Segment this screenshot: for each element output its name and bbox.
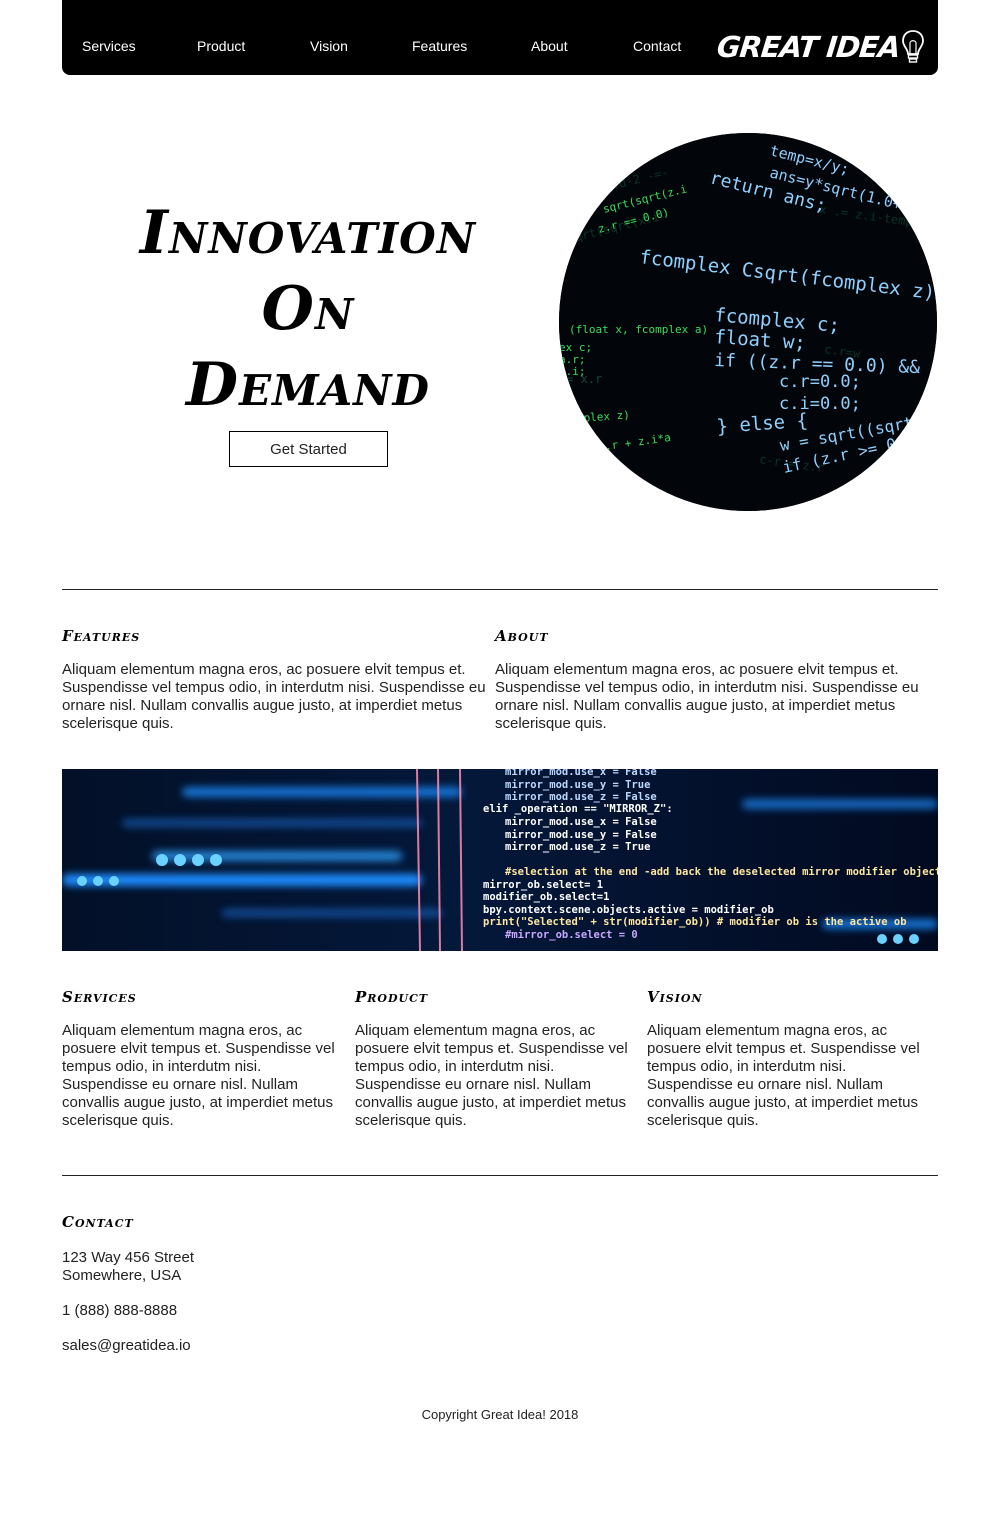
nav-product-link[interactable]: Product [197, 38, 245, 54]
nav-services-link[interactable]: Services [82, 38, 136, 54]
vision-text: Aliquam elementum magna eros, ac posuere… [647, 1022, 920, 1129]
contact-address-line-2: Somewhere, USA [62, 1267, 182, 1284]
contact-email-link[interactable]: sales@greatidea.io [62, 1337, 191, 1355]
banner-code-line: mirror_mod.use_x = False [505, 769, 657, 778]
hero-code-line: c.r=0.0; [779, 372, 861, 392]
services-heading: Services [62, 988, 137, 1006]
code-banner-image: mirror_mod.use_x = False mirror_mod.use_… [62, 769, 938, 951]
features-text: Aliquam elementum magna eros, ac posuere… [62, 661, 486, 732]
services-text: Aliquam elementum magna eros, ac posuere… [62, 1022, 335, 1129]
banner-code-line: #mirror_ob.select = 0 [505, 929, 638, 941]
hero-title-line-3: Demand [186, 350, 430, 420]
about-heading: About [495, 627, 549, 645]
nav-features-link[interactable]: Features [412, 38, 467, 54]
product-text: Aliquam elementum magna eros, ac posuere… [355, 1022, 628, 1129]
nav-contact-link[interactable]: Contact [633, 38, 681, 54]
get-started-button[interactable]: Get Started [229, 431, 388, 467]
banner-code-line: modifier_ob.select=1 [483, 891, 609, 903]
svg-text:(float x, fcomplex a): (float x, fcomplex a) [569, 323, 708, 336]
banner-code-line: mirror_mod.use_x = False [505, 816, 657, 828]
section-divider [62, 589, 938, 590]
banner-code-line: mirror_mod.use_z = False [505, 791, 657, 803]
banner-code-line: bpy.context.scene.objects.active = modif… [483, 904, 774, 916]
banner-code-line: elif _operation == "MIRROR_Z": [483, 803, 673, 815]
nav-about-link[interactable]: About [531, 38, 568, 54]
svg-text:a.i;: a.i; [559, 365, 586, 378]
vision-heading: Vision [647, 988, 703, 1006]
hero-title-line-2: On [261, 274, 355, 344]
contact-address-line-1: 123 Way 456 Street [62, 1249, 195, 1266]
hero-title: Innovation On Demand [90, 195, 526, 423]
section-divider [62, 1175, 938, 1176]
logo-text: GREAT IDEA [715, 30, 902, 64]
banner-code-graphic: mirror_mod.use_x = False mirror_mod.use_… [62, 769, 938, 951]
lightbulb-icon [902, 30, 924, 63]
site-logo[interactable]: GREAT IDEA [715, 26, 924, 68]
contact-heading: Contact [62, 1213, 134, 1231]
about-text: Aliquam elementum magna eros, ac posuere… [495, 661, 919, 732]
banner-code-line: mirror_mod.use_z = True [505, 841, 650, 853]
banner-code-line: #selection at the end -add back the dese… [505, 866, 938, 878]
hero-code-image: .x.d-2 -=- sqrt(sqrt(x.i x .= z.i-temp c… [559, 133, 937, 511]
banner-code-line: mirror_mod.use_y = False [505, 829, 657, 841]
banner-code-line: mirror_ob.select= 1 [483, 879, 603, 891]
banner-code-line: mirror_mod.use_y = True [505, 779, 650, 791]
product-heading: Product [355, 988, 429, 1006]
hero-title-line-1: Innovation [139, 198, 477, 268]
top-navbar: Services Product Vision Features About C… [62, 0, 938, 75]
footer-copyright: Copyright Great Idea! 2018 [421, 1407, 579, 1422]
features-heading: Features [62, 627, 141, 645]
nav-vision-link[interactable]: Vision [310, 38, 348, 54]
banner-code-line: print("Selected" + str(modifier_ob)) # m… [483, 916, 907, 928]
contact-phone: 1 (888) 888-8888 [62, 1302, 178, 1319]
hero-code-graphic: .x.d-2 -=- sqrt(sqrt(x.i x .= z.i-temp c… [559, 133, 937, 511]
